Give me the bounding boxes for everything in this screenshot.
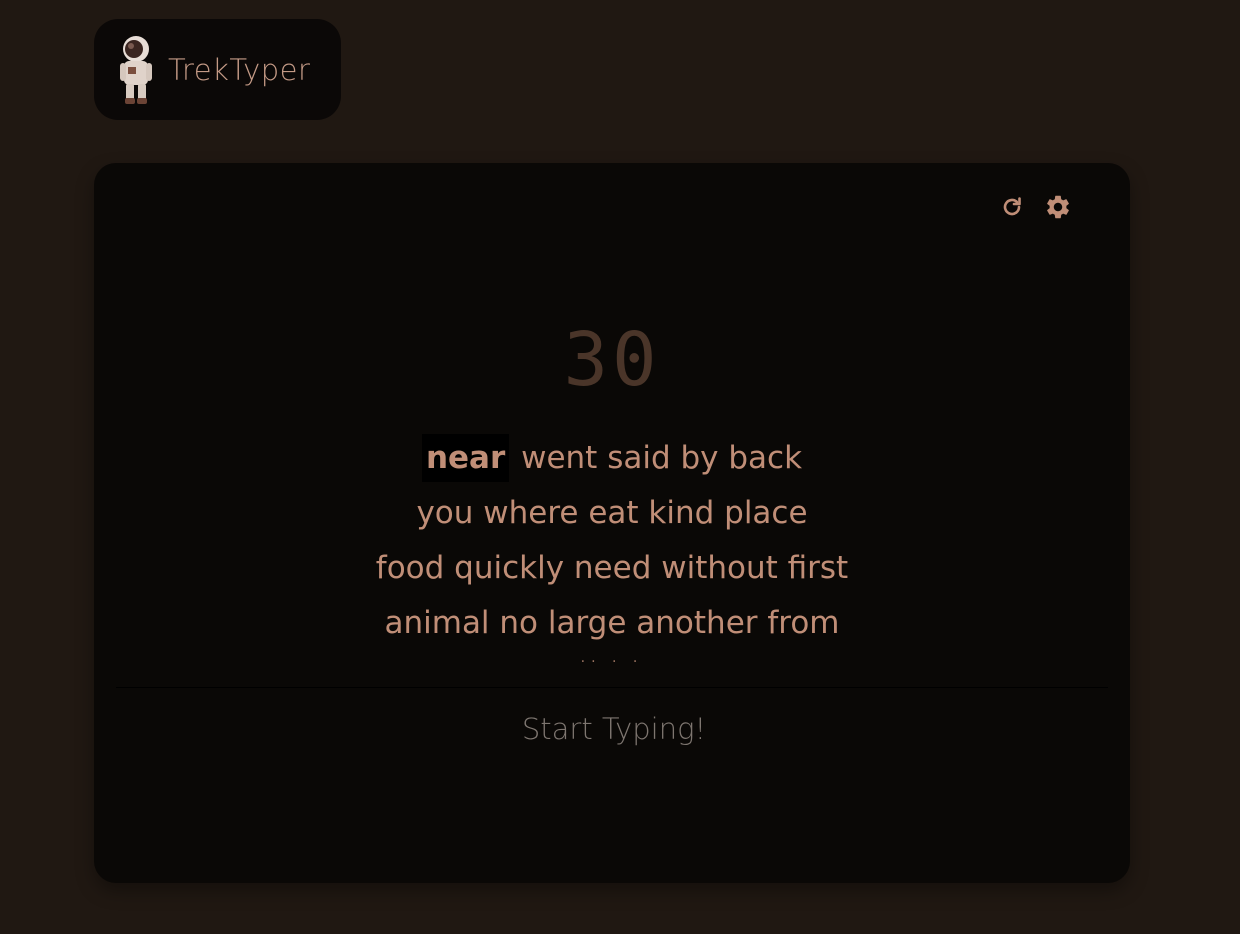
word-line-text: went said by back — [521, 440, 803, 476]
typing-input[interactable] — [94, 711, 1130, 747]
app-title: TrekTyper — [168, 52, 311, 87]
word-line: animal no large another from — [384, 605, 840, 641]
word-line: you where eat kind place — [416, 495, 808, 531]
divider — [116, 687, 1108, 688]
countdown-timer: 30 — [563, 317, 661, 403]
gear-icon — [1047, 195, 1069, 219]
logo-badge[interactable]: TrekTyper — [94, 19, 341, 120]
typing-test-card: 30 near went said by back you where eat … — [94, 163, 1130, 883]
word-line: near went said by back — [94, 431, 1130, 486]
word-line-partial: .. . . — [580, 650, 644, 666]
settings-button[interactable] — [1044, 193, 1072, 221]
current-word: near — [421, 434, 510, 482]
word-line: food quickly need without first — [375, 550, 849, 586]
restart-button[interactable] — [998, 193, 1026, 221]
astronaut-icon — [120, 35, 152, 104]
word-display: near went said by back you where eat kin… — [94, 431, 1130, 671]
toolbar — [998, 193, 1072, 221]
refresh-icon — [1003, 197, 1021, 216]
